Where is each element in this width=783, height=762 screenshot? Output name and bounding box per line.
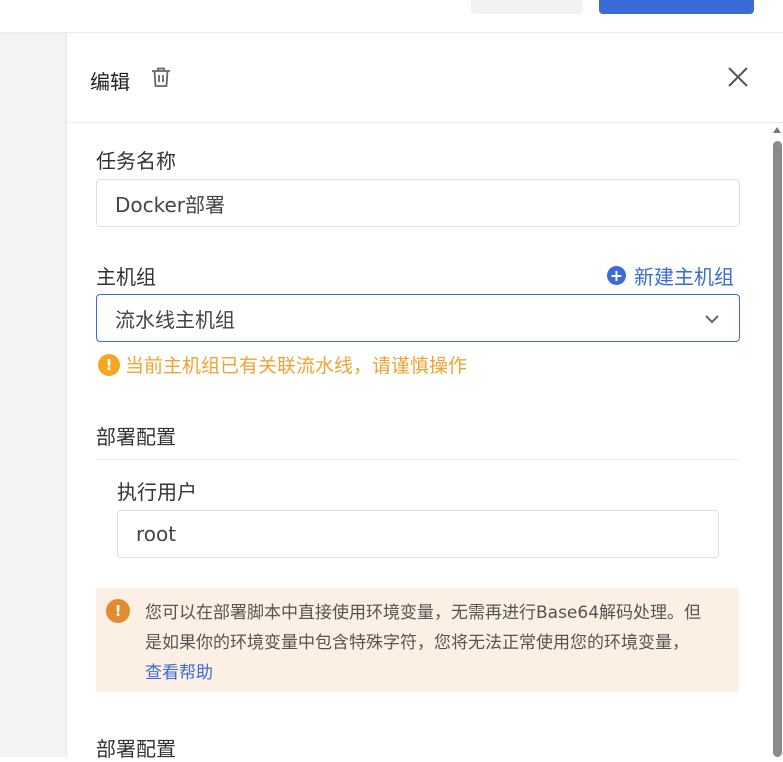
- task-name-value: Docker部署: [115, 192, 226, 217]
- host-group-warning-text: 当前主机组已有关联流水线，请谨慎操作: [125, 355, 468, 377]
- task-name-input[interactable]: Docker部署: [96, 179, 740, 227]
- alert-message: 您可以在部署脚本中直接使用环境变量，无需再进行Base64解码处理。但是如果你的…: [145, 603, 702, 653]
- help-link[interactable]: 查看帮助: [145, 663, 213, 683]
- host-group-warning: ! 当前主机组已有关联流水线，请谨慎操作: [98, 351, 467, 378]
- host-group-selected: 流水线主机组: [115, 307, 235, 332]
- host-group-label: 主机组: [96, 265, 156, 289]
- close-icon[interactable]: [727, 66, 749, 88]
- task-name-label: 任务名称: [96, 149, 176, 173]
- deploy-config-title: 部署配置: [96, 425, 176, 449]
- scrollbar-thumb[interactable]: [773, 141, 782, 757]
- exclamation-circle-icon: !: [106, 599, 130, 623]
- exec-user-value: root: [136, 522, 177, 546]
- drawer-header: 编辑: [67, 33, 783, 123]
- top-primary-button[interactable]: [599, 0, 754, 14]
- exec-user-input[interactable]: root: [117, 510, 719, 558]
- exclamation-circle-icon: !: [98, 353, 120, 376]
- drawer-title: 编辑: [90, 70, 130, 94]
- chevron-down-icon: [703, 309, 721, 327]
- plus-circle-icon: +: [607, 266, 626, 285]
- trash-icon[interactable]: [149, 65, 173, 89]
- edit-drawer: 编辑 任务名称 Docker部署 主机组 + 新建主机组 流水线主机组 ! 当前…: [67, 33, 783, 761]
- top-bar: [0, 0, 783, 33]
- section-divider: [96, 459, 739, 460]
- env-variable-alert: ! 您可以在部署脚本中直接使用环境变量，无需再进行Base64解码处理。但是如果…: [96, 588, 739, 692]
- host-group-select[interactable]: 流水线主机组: [96, 294, 740, 342]
- deploy-config-title-2: 部署配置: [96, 737, 176, 761]
- page-background: [0, 33, 67, 757]
- top-secondary-button[interactable]: [471, 0, 583, 14]
- alert-text: 您可以在部署脚本中直接使用环境变量，无需再进行Base64解码处理。但是如果你的…: [145, 598, 705, 688]
- scroll-up-arrow[interactable]: [773, 127, 781, 133]
- exec-user-label: 执行用户: [117, 480, 197, 504]
- new-host-group-label: 新建主机组: [634, 265, 734, 289]
- new-host-group-link[interactable]: + 新建主机组: [607, 261, 734, 290]
